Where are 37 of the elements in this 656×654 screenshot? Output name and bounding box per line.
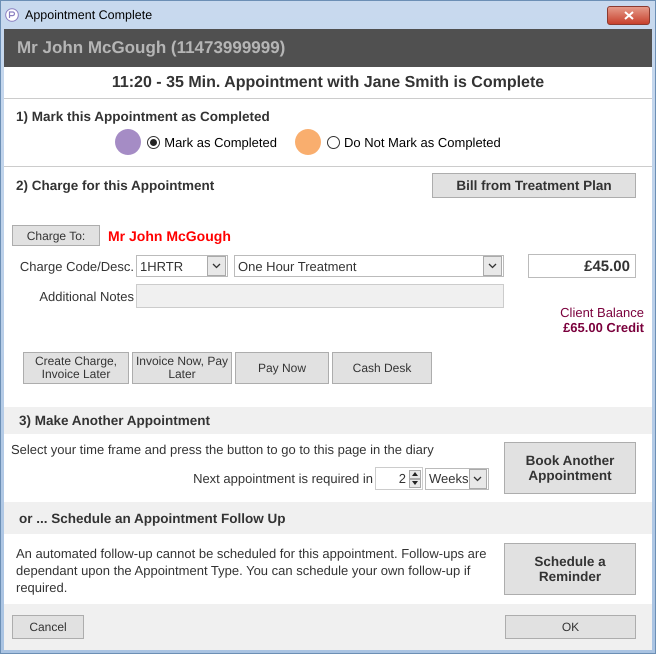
- action-button[interactable]: Pay Now: [235, 352, 329, 384]
- bill-from-plan-button[interactable]: Bill from Treatment Plan: [432, 173, 636, 198]
- appointment-summary: 11:20 - 35 Min. Appointment with Jane Smith is Complete: [4, 67, 652, 99]
- charge-to-button[interactable]: Charge To:: [12, 225, 100, 246]
- client-header: Mr John McGough (11473999999): [4, 29, 652, 67]
- interval-spinner[interactable]: 2: [375, 467, 423, 490]
- charge-code-dropdown[interactable]: 1HRTR: [136, 255, 228, 277]
- close-button[interactable]: [607, 6, 650, 24]
- window-title: Appointment Complete: [25, 8, 154, 22]
- section-heading: or ... Schedule an Appointment Follow Up: [19, 510, 286, 526]
- action-button[interactable]: Cash Desk: [332, 352, 432, 384]
- app-icon: [5, 8, 19, 22]
- section-heading: 2) Charge for this Appointment: [16, 178, 214, 193]
- book-appointment-button[interactable]: Book Another Appointment: [504, 442, 636, 494]
- amount-field[interactable]: £45.00: [528, 254, 636, 278]
- section-heading: 1) Mark this Appointment as Completed: [16, 109, 271, 124]
- balance-value: £65.00 Credit: [562, 320, 644, 335]
- interval-label: Next appointment is required in: [193, 471, 373, 486]
- follow-up-message: An automated follow-up cannot be scheduled for this appointment. Follow-ups are dependant upon the Appointment Type. You can schedule your own follow-up if required.: [16, 545, 488, 597]
- charge-to-name: Mr John McGough: [108, 228, 231, 244]
- description-dropdown[interactable]: One Hour Treatment: [234, 255, 504, 277]
- cancel-button[interactable]: Cancel: [12, 615, 84, 639]
- radio-option[interactable]: Do Not Mark as Completed: [326, 134, 501, 150]
- close-icon[interactable]: [624, 10, 634, 20]
- ok-button[interactable]: OK: [505, 615, 636, 639]
- balance-label: Client Balance: [560, 305, 644, 320]
- instruction-text: Select your time frame and press the button to go to this page in the diary: [11, 442, 435, 457]
- field-label: Charge Code/Desc.: [18, 258, 135, 274]
- action-button[interactable]: Invoice Now, Pay Later: [132, 352, 232, 384]
- schedule-reminder-button[interactable]: Schedule a Reminder: [504, 543, 636, 595]
- up-arrow-icon[interactable]: [409, 470, 421, 478]
- section-heading: 3) Make Another Appointment: [19, 413, 210, 428]
- action-button[interactable]: Create Charge, Invoice Later: [23, 352, 129, 384]
- radio-option[interactable]: Mark as Completed: [147, 134, 277, 150]
- notes-field[interactable]: [136, 284, 504, 308]
- field-label: Additional Notes: [38, 289, 135, 304]
- unit-dropdown[interactable]: Weeks: [425, 468, 489, 490]
